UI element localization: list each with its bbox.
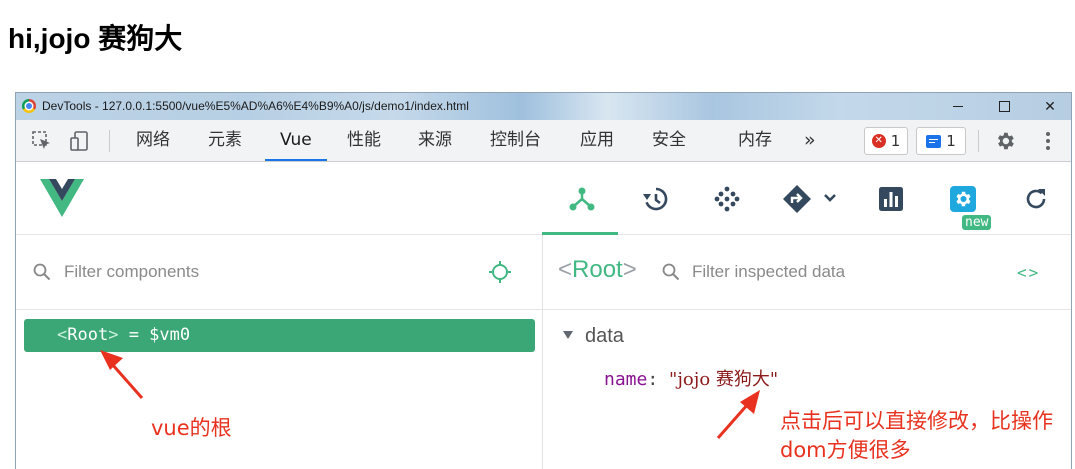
- close-icon: ✕: [1044, 98, 1056, 115]
- inspected-tag-open: <: [558, 256, 573, 283]
- message-icon: [926, 134, 942, 148]
- vue-logo-icon: [40, 179, 84, 217]
- refresh-button[interactable]: [1019, 182, 1053, 216]
- close-button[interactable]: ✕: [1027, 93, 1071, 120]
- components-pane: <Root> = $vm0: [16, 235, 543, 469]
- components-tree-icon: [569, 187, 595, 211]
- new-badge: new: [962, 215, 992, 230]
- filter-inspected-data-input[interactable]: [692, 259, 992, 285]
- filter-components-input[interactable]: [64, 259, 444, 285]
- component-filter-row: [16, 235, 542, 310]
- open-in-editor-icon[interactable]: <>: [1017, 263, 1040, 282]
- router-direction-icon: [783, 185, 836, 213]
- root-tag-open: <: [57, 325, 68, 345]
- toolbar-separator: [109, 130, 110, 152]
- performance-dots-icon: [714, 186, 740, 212]
- message-count: 1: [946, 132, 956, 150]
- search-icon: [662, 263, 680, 281]
- tab-application[interactable]: 应用: [580, 120, 614, 161]
- error-icon: ✕: [871, 134, 886, 148]
- root-annotation: vue的根: [151, 416, 232, 440]
- message-count-badge[interactable]: 1: [916, 127, 966, 155]
- performance-button[interactable]: [710, 182, 744, 216]
- minimize-button[interactable]: [935, 93, 981, 120]
- error-count: 1: [890, 132, 901, 150]
- tab-vue[interactable]: Vue: [265, 120, 327, 161]
- root-component-label: <Root> = $vm0: [57, 319, 190, 352]
- inspected-component-title: <Root>: [558, 256, 637, 284]
- collapse-caret-icon: [563, 330, 573, 339]
- property-key: name: [604, 369, 648, 390]
- inspector-header: <Root> <>: [543, 235, 1071, 310]
- data-section-toggle[interactable]: data: [563, 325, 624, 348]
- minimize-icon: [953, 106, 963, 107]
- tab-security[interactable]: 安全: [652, 120, 686, 161]
- refresh-icon: [1026, 189, 1046, 209]
- edit-annotation-line2: dom方便很多: [780, 438, 911, 462]
- root-tag-close: >: [108, 325, 119, 345]
- window-title: DevTools - 127.0.0.1:5500/vue%E5%AD%A6%E…: [42, 99, 469, 113]
- tab-elements[interactable]: 元素: [208, 120, 242, 161]
- devtools-toolbar: 网络 元素 Vue 性能 来源 控制台 应用 安全 内存 » ✕ 1 1: [16, 120, 1071, 162]
- tab-console[interactable]: 控制台: [490, 120, 541, 161]
- tab-performance[interactable]: 性能: [347, 120, 381, 161]
- inspected-component-name: Root: [572, 256, 623, 283]
- device-toggle-icon[interactable]: [69, 130, 91, 152]
- settings-button[interactable]: [946, 182, 980, 216]
- root-component-name: Root: [67, 325, 109, 345]
- toolbar-separator: [978, 130, 979, 152]
- component-tree-root-row[interactable]: <Root> = $vm0: [24, 319, 535, 352]
- search-icon: [33, 263, 51, 281]
- root-vm-ref: = $vm0: [118, 325, 191, 345]
- timeline-history-icon: [643, 187, 668, 211]
- window-titlebar[interactable]: DevTools - 127.0.0.1:5500/vue%E5%AD%A6%E…: [16, 93, 1071, 120]
- tab-memory[interactable]: 内存: [738, 120, 772, 161]
- property-value[interactable]: "jojo 赛狗大": [669, 369, 778, 390]
- property-colon: :: [647, 369, 659, 390]
- components-tree-button[interactable]: [565, 182, 599, 216]
- router-menu-button[interactable]: [780, 182, 840, 216]
- tab-network[interactable]: 网络: [136, 120, 170, 161]
- vue-devtools-header: new: [16, 162, 1071, 235]
- chrome-logo-icon: [22, 99, 36, 113]
- select-component-target-icon[interactable]: [488, 260, 512, 284]
- error-count-badge[interactable]: ✕ 1: [864, 127, 908, 155]
- timeline-button[interactable]: [638, 182, 672, 216]
- inspected-tag-close: >: [622, 256, 637, 283]
- more-options-icon[interactable]: [1037, 130, 1059, 152]
- tab-sources[interactable]: 来源: [418, 120, 452, 161]
- maximize-button[interactable]: [981, 93, 1027, 120]
- data-property-row[interactable]: name: "jojo 赛狗大": [604, 365, 778, 391]
- more-tabs-button[interactable]: »: [804, 120, 816, 161]
- data-section-label: data: [585, 325, 624, 347]
- bar-chart-button[interactable]: [874, 182, 908, 216]
- settings-gear-icon: [950, 186, 976, 212]
- page-heading: hi,jojo 赛狗大: [8, 23, 183, 54]
- settings-gear-icon[interactable]: [994, 130, 1016, 152]
- inspect-element-icon[interactable]: [31, 130, 53, 152]
- maximize-icon: [998, 101, 1010, 112]
- edit-annotation-line1: 点击后可以直接修改，比操作: [780, 409, 1053, 433]
- bar-chart-icon: [879, 187, 903, 211]
